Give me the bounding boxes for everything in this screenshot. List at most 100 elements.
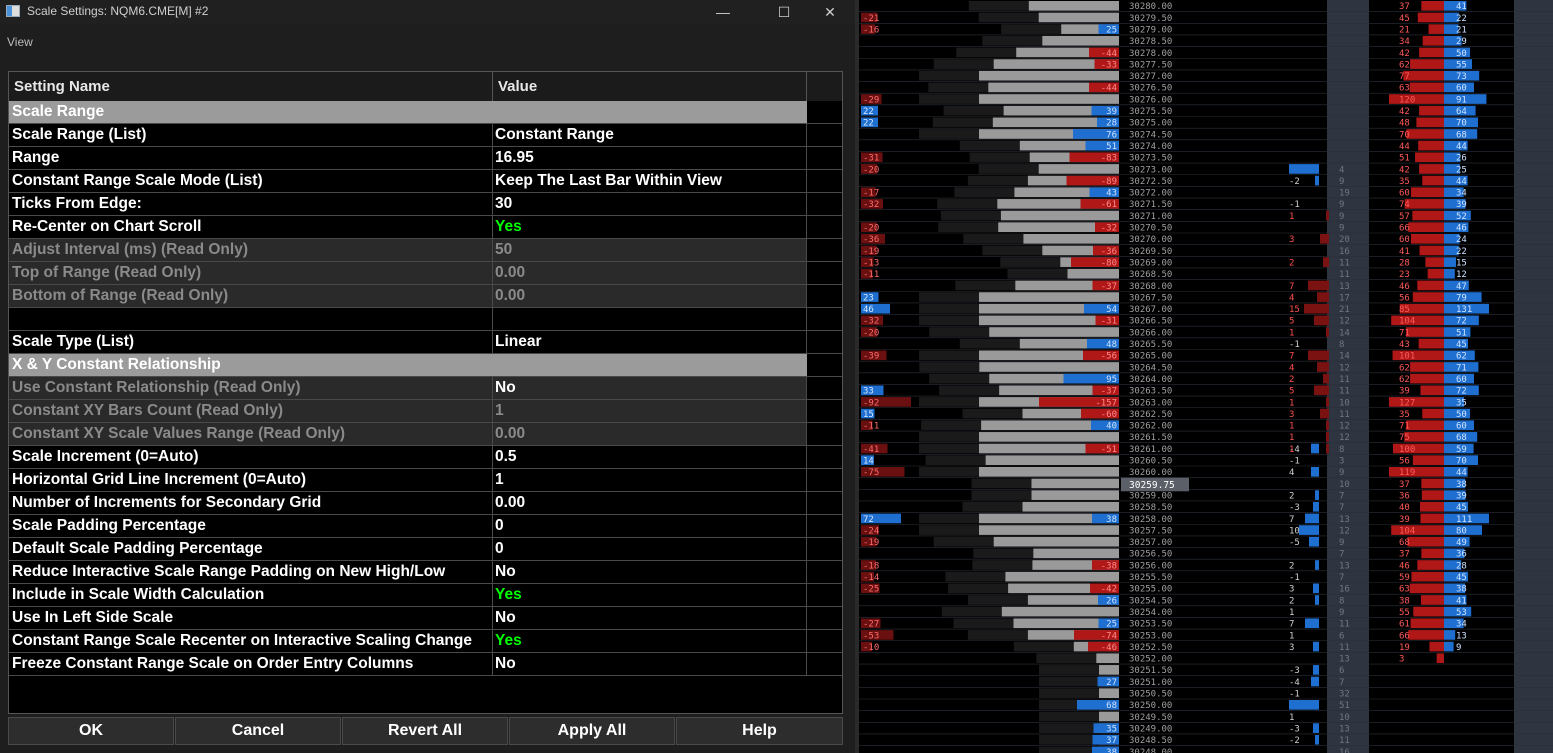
price-level-label: 30250.50 (1129, 690, 1172, 700)
ask-size-label: -46 (1101, 643, 1117, 653)
left-sell-label: -36 (863, 235, 879, 245)
setting-value[interactable]: No (493, 561, 807, 583)
dom-ladder-svg: 30280.00 37 41-21 30279.50 45 2225-16 30279.00… (859, 0, 1553, 753)
setting-name: Default Scale Padding Percentage (9, 538, 493, 560)
cumulative-size-label: 13 (1339, 655, 1350, 665)
volume-profile-dark-bar (967, 595, 1028, 605)
setting-value[interactable]: 0 (493, 538, 807, 560)
setting-value[interactable]: Yes (493, 630, 807, 652)
minimize-button[interactable]: — (706, 2, 740, 22)
apply-all-button[interactable]: Apply All (509, 717, 675, 745)
pull-stack-bar (1326, 397, 1329, 407)
setting-row[interactable]: Scale Range (List) Constant Range (9, 124, 842, 147)
ask-volume-bar (1389, 397, 1444, 407)
setting-value[interactable]: Yes (493, 584, 807, 606)
setting-value[interactable]: 30 (493, 193, 807, 215)
setting-row[interactable]: Constant XY Bars Count (Read Only) 1 (9, 400, 842, 423)
cumulative-size-label: 3 (1339, 457, 1344, 467)
recent-trade-label: -1 (1289, 573, 1300, 583)
cumulative-size-label: 14 (1339, 328, 1350, 338)
ask-volume-label: 41 (1399, 247, 1410, 257)
pull-stack-label: 15 (1289, 305, 1300, 315)
revert-all-button[interactable]: Revert All (342, 717, 508, 745)
cumulative-size-label: 14 (1339, 352, 1350, 362)
setting-value[interactable]: 0.5 (493, 446, 807, 468)
setting-row[interactable]: Use Constant Relationship (Read Only) No (9, 377, 842, 400)
cumulative-size-label: 4 (1339, 165, 1344, 175)
cumulative-size-label: 9 (1339, 608, 1344, 618)
close-button[interactable]: ✕ (813, 2, 847, 22)
setting-row[interactable]: Scale Type (List) Linear (9, 331, 842, 354)
help-button[interactable]: Help (676, 717, 843, 745)
setting-value: No (493, 377, 807, 399)
column-header-setting-name[interactable]: Setting Name (9, 72, 493, 101)
ask-volume-label: 70 (1399, 130, 1410, 140)
depth-of-market-ladder[interactable]: 30280.00 37 41 -21 30279.50 45 22 25 -16 30279.00… (859, 0, 1553, 753)
price-level-label: 30267.00 (1129, 305, 1172, 315)
setting-row[interactable]: Number of Increments for Secondary Grid 0… (9, 492, 842, 515)
setting-value[interactable]: No (493, 607, 807, 629)
menu-view[interactable]: View (7, 35, 33, 49)
setting-row[interactable]: Adjust Interval (ms) (Read Only) 50 (9, 239, 842, 262)
setting-value[interactable]: No (493, 653, 807, 675)
setting-value[interactable]: Constant Range (493, 124, 807, 146)
setting-row[interactable]: Range 16.95 (9, 147, 842, 170)
setting-value[interactable]: 0.00 (493, 492, 807, 514)
setting-row[interactable]: Include in Scale Width Calculation Yes (9, 584, 842, 607)
setting-value[interactable]: Yes (493, 216, 807, 238)
setting-value[interactable]: 0 (493, 515, 807, 537)
volume-profile-bar (1031, 478, 1119, 489)
setting-row[interactable]: Freeze Constant Range Scale on Order Ent… (9, 653, 842, 676)
setting-row[interactable]: Ticks From Edge: 30 (9, 193, 842, 216)
setting-name: Scale Type (List) (9, 331, 493, 353)
setting-row[interactable]: Top of Range (Read Only) 0.00 (9, 262, 842, 285)
ask-volume-label: 21 (1399, 25, 1410, 35)
setting-row[interactable]: Scale Padding Percentage 0 (9, 515, 842, 538)
grid-header: Setting Name Value (9, 72, 842, 102)
ask-volume-label: 37 (1399, 550, 1410, 560)
volume-profile-dark-bar (1007, 268, 1068, 279)
setting-row[interactable]: Constant Range Scale Recenter on Interac… (9, 630, 842, 653)
setting-value[interactable]: Linear (493, 331, 807, 353)
setting-row[interactable]: Scale Increment (0=Auto) 0.5 (9, 446, 842, 469)
setting-row[interactable]: Re-Center on Chart Scroll Yes (9, 216, 842, 239)
column-header-value[interactable]: Value (493, 72, 807, 101)
volume-profile-dark-bar (973, 548, 1034, 559)
price-level-label: 30254.50 (1129, 596, 1172, 606)
setting-name: Scale Increment (0=Auto) (9, 446, 493, 468)
setting-extra-cell (807, 377, 842, 399)
setting-value[interactable]: 16.95 (493, 147, 807, 169)
maximize-button[interactable]: ☐ (767, 2, 801, 22)
setting-row[interactable]: Horizontal Grid Line Increment (0=Auto) 1 (9, 469, 842, 492)
setting-row[interactable]: Constant Range Scale Mode (List) Keep The… (9, 170, 842, 193)
setting-value[interactable]: 1 (493, 469, 807, 491)
setting-row[interactable]: Constant XY Scale Values Range (Read Onl… (9, 423, 842, 446)
price-level-label: 30269.00 (1129, 258, 1172, 268)
pull-stack-label: 1 (1289, 433, 1294, 443)
setting-value: 1 (493, 400, 807, 422)
ask-volume-bar (1420, 513, 1444, 524)
setting-value[interactable]: Keep The Last Bar Within View (493, 170, 807, 192)
ask-size-label: -89 (1101, 177, 1117, 187)
bid-volume-label: 29 (1456, 37, 1467, 47)
setting-row[interactable]: Reduce Interactive Scale Range Padding o… (9, 561, 842, 584)
bid-volume-label: 26 (1456, 154, 1467, 164)
ask-volume-label: 104 (1399, 526, 1415, 536)
price-level-label: 30278.50 (1129, 37, 1172, 47)
volume-profile-dark-bar (939, 385, 1000, 396)
left-buy-label: 33 (863, 387, 874, 397)
bid-volume-label: 131 (1456, 305, 1472, 315)
left-sell-label: -10 (863, 643, 879, 653)
left-sell-label: -13 (863, 258, 879, 268)
price-level-label: 30249.00 (1129, 724, 1172, 734)
bid-volume-label: 34 (1456, 620, 1467, 630)
volume-profile-dark-bar (1036, 653, 1097, 664)
bid-size-label: 68 (1106, 701, 1117, 711)
cancel-button[interactable]: Cancel (175, 717, 341, 745)
setting-row[interactable]: Bottom of Range (Read Only) 0.00 (9, 285, 842, 308)
ok-button[interactable]: OK (8, 717, 174, 745)
setting-row[interactable]: Use In Left Side Scale No (9, 607, 842, 630)
cumulative-size-label: 6 (1339, 666, 1344, 676)
price-level-label: 30272.00 (1129, 189, 1172, 199)
setting-row[interactable]: Default Scale Padding Percentage 0 (9, 538, 842, 561)
